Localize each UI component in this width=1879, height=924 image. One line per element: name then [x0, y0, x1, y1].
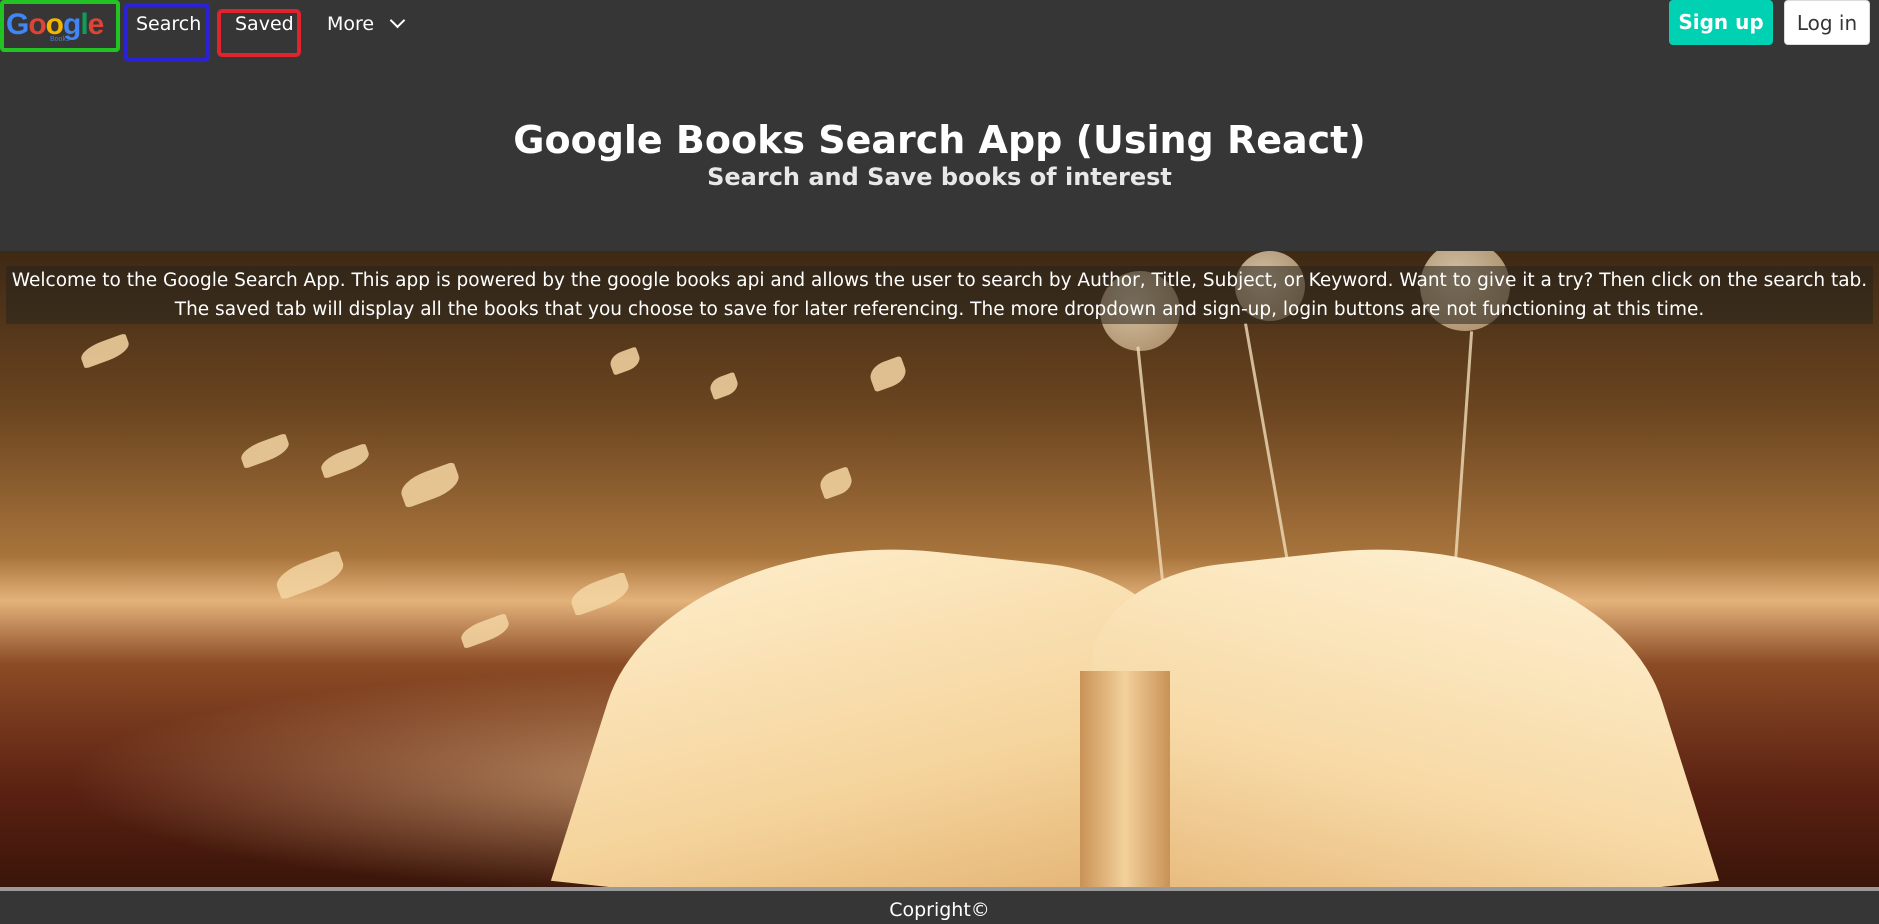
page-title: Google Books Search App (Using React) [513, 118, 1366, 162]
butterfly-shape [607, 346, 643, 376]
nav-saved-link[interactable]: Saved [235, 12, 294, 36]
bird-silhouette [318, 443, 372, 479]
welcome-message: Welcome to the Google Search App. This a… [6, 266, 1873, 324]
books-logo-subtext: Books [50, 36, 70, 43]
signup-button[interactable]: Sign up [1669, 0, 1773, 45]
footer-copyright: Copright© [889, 899, 990, 921]
nav-search-link[interactable]: Search [136, 12, 201, 36]
butterfly-shape [816, 466, 856, 500]
footer: Copright© [0, 887, 1879, 924]
chevron-down-icon[interactable] [389, 12, 406, 29]
navbar: Google Books Search Saved More Sign up L… [0, 0, 1879, 62]
bird-silhouette [458, 613, 512, 649]
open-book-spine [1080, 671, 1170, 887]
bird-silhouette [397, 461, 463, 509]
login-button[interactable]: Log in [1784, 0, 1870, 45]
nav-more-dropdown[interactable]: More [327, 12, 374, 36]
butterfly-shape [707, 371, 741, 401]
balloon-string [1136, 346, 1167, 606]
page-subtitle: Search and Save books of interest [707, 163, 1172, 191]
bird-silhouette [272, 549, 348, 601]
google-books-logo[interactable]: Google Books [0, 0, 120, 52]
bird-silhouette [78, 333, 132, 369]
bird-silhouette [238, 433, 292, 469]
hero-banner-image [0, 251, 1879, 887]
butterfly-shape [866, 355, 910, 393]
bird-silhouette [567, 571, 633, 617]
